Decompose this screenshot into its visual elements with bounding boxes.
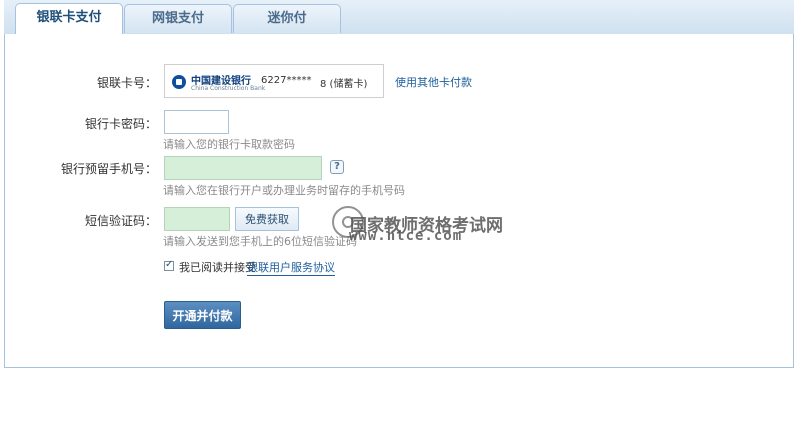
phone-label: 银行预留手机号： <box>60 162 157 176</box>
activate-and-pay-button[interactable]: 开通并付款 <box>164 301 241 329</box>
card-number: 6227***** <box>261 75 312 86</box>
password-hint: 请输入您的银行卡取款密码 <box>163 138 295 151</box>
password-label: 银行卡密码： <box>84 117 157 131</box>
watermark-url: www.ntce.com <box>349 228 463 244</box>
agree-text: 我已阅读并接受 <box>179 261 256 274</box>
tab-mini-pay[interactable]: 迷你付 <box>233 4 341 33</box>
help-icon[interactable]: ? <box>330 160 344 174</box>
password-input[interactable] <box>164 110 229 134</box>
tab-unionpay-card[interactable]: 银联卡支付 <box>15 3 123 34</box>
service-agreement-link[interactable]: 银联用户服务协议 <box>247 259 335 276</box>
phone-input[interactable] <box>164 156 322 180</box>
use-other-card-link[interactable]: 使用其他卡付款 <box>395 74 472 90</box>
phone-hint: 请输入您在银行开户或办理业务时留存的手机号码 <box>163 184 405 197</box>
tab-bar: 银联卡支付 网银支付 迷你付 <box>4 0 794 35</box>
bank-name-en: China Construction Bank <box>191 85 266 92</box>
ccb-logo-icon <box>172 75 186 89</box>
sms-label: 短信验证码： <box>84 214 157 228</box>
get-sms-code-button[interactable]: 免费获取 <box>235 207 299 231</box>
tab-online-banking[interactable]: 网银支付 <box>124 4 232 33</box>
sms-hint: 请输入发送到您手机上的6位短信验证码 <box>163 235 357 248</box>
agree-checkbox[interactable] <box>164 259 174 271</box>
card-type: 8 (储蓄卡) <box>320 79 368 90</box>
card-number-label: 银联卡号： <box>96 76 157 90</box>
card-display-box: 中国建设银行 China Construction Bank 6227*****… <box>164 64 384 98</box>
sms-code-input[interactable] <box>164 207 230 231</box>
